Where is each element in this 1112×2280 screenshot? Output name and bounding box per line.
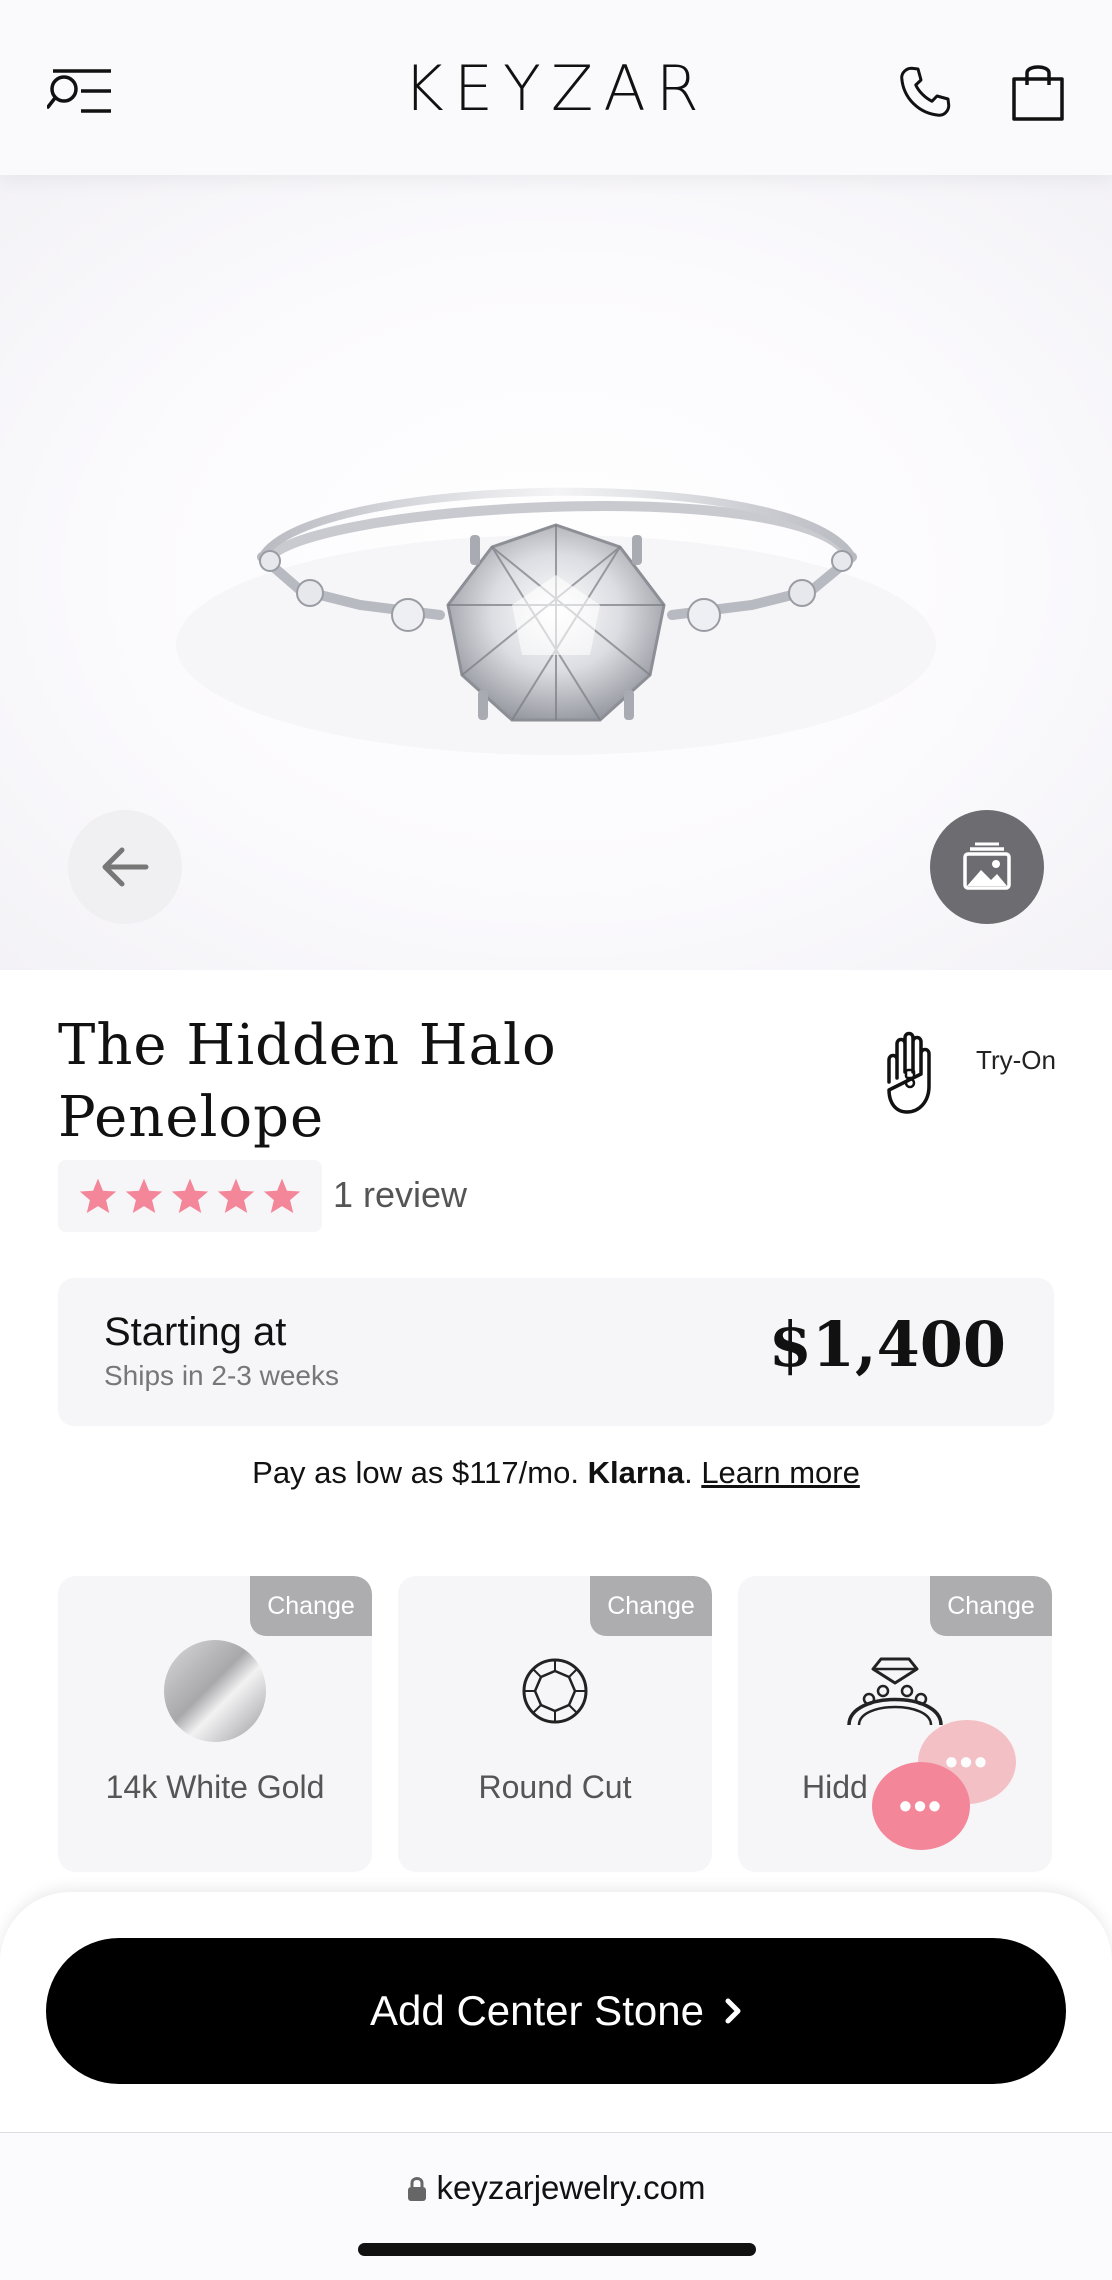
- star-icon: [263, 1178, 301, 1214]
- learn-more-link[interactable]: Learn more: [701, 1455, 860, 1490]
- add-center-stone-button[interactable]: Add Center Stone: [46, 1938, 1066, 2084]
- star-icon: [171, 1178, 209, 1214]
- star-icon: [217, 1178, 255, 1214]
- star-icon: [125, 1178, 163, 1214]
- rating-stars[interactable]: [58, 1160, 322, 1232]
- financing-note: Pay as low as $117/mo. Klarna. Learn mor…: [252, 1455, 860, 1490]
- klarna-logo: Klarna: [587, 1455, 685, 1490]
- home-indicator[interactable]: [358, 2243, 756, 2256]
- round-diamond-icon: [522, 1658, 588, 1724]
- url-text: keyzarjewelry.com: [436, 2169, 706, 2206]
- gallery-button[interactable]: [930, 810, 1044, 924]
- review-count-link[interactable]: 1 review: [333, 1174, 467, 1216]
- price-panel: Starting at Ships in 2-3 weeks $1,400: [58, 1278, 1054, 1426]
- white-gold-swatch-icon: [164, 1640, 266, 1742]
- shipping-time: Ships in 2-3 weeks: [104, 1360, 340, 1391]
- shopping-bag-icon[interactable]: [998, 52, 1078, 132]
- ring-setting-icon: [847, 1657, 943, 1726]
- lock-icon: [407, 2177, 426, 2201]
- change-setting-button[interactable]: Change: [930, 1576, 1052, 1636]
- financing-text: Pay as low as $117/mo.: [252, 1455, 579, 1490]
- site-header: KEYZAR: [0, 0, 1112, 175]
- bottom-action-bar: Add Center Stone: [0, 1892, 1112, 2132]
- browser-url-bar[interactable]: keyzarjewelry.com: [0, 2132, 1112, 2280]
- arrow-left-icon: [102, 847, 149, 887]
- change-metal-button[interactable]: Change: [250, 1576, 372, 1636]
- live-chat-icon[interactable]: •••: [872, 1762, 970, 1850]
- hand-try-on-icon[interactable]: [875, 1030, 947, 1116]
- product-image[interactable]: [0, 175, 1112, 970]
- cta-label: Add Center Stone: [370, 1987, 704, 2034]
- metal-option-card[interactable]: Change 14k White Gold: [58, 1576, 372, 1872]
- chevron-right-icon: [725, 1998, 741, 2024]
- phone-icon[interactable]: [885, 52, 965, 132]
- image-gallery-icon: [963, 842, 1011, 890]
- shape-label: Round Cut: [478, 1769, 632, 1805]
- url-display[interactable]: keyzarjewelry.com: [0, 2169, 1112, 2207]
- metal-label: 14k White Gold: [105, 1769, 325, 1805]
- change-shape-button[interactable]: Change: [590, 1576, 712, 1636]
- previous-image-button[interactable]: [68, 810, 182, 924]
- price-value: $1,400: [768, 1308, 1006, 1381]
- try-on-label[interactable]: Try-On: [976, 1046, 1056, 1074]
- price-label: Starting at: [104, 1310, 287, 1354]
- shape-option-card[interactable]: Change Round Cut: [398, 1576, 712, 1872]
- product-title: The Hidden Halo Penelope: [58, 1013, 557, 1150]
- star-icon: [79, 1178, 117, 1214]
